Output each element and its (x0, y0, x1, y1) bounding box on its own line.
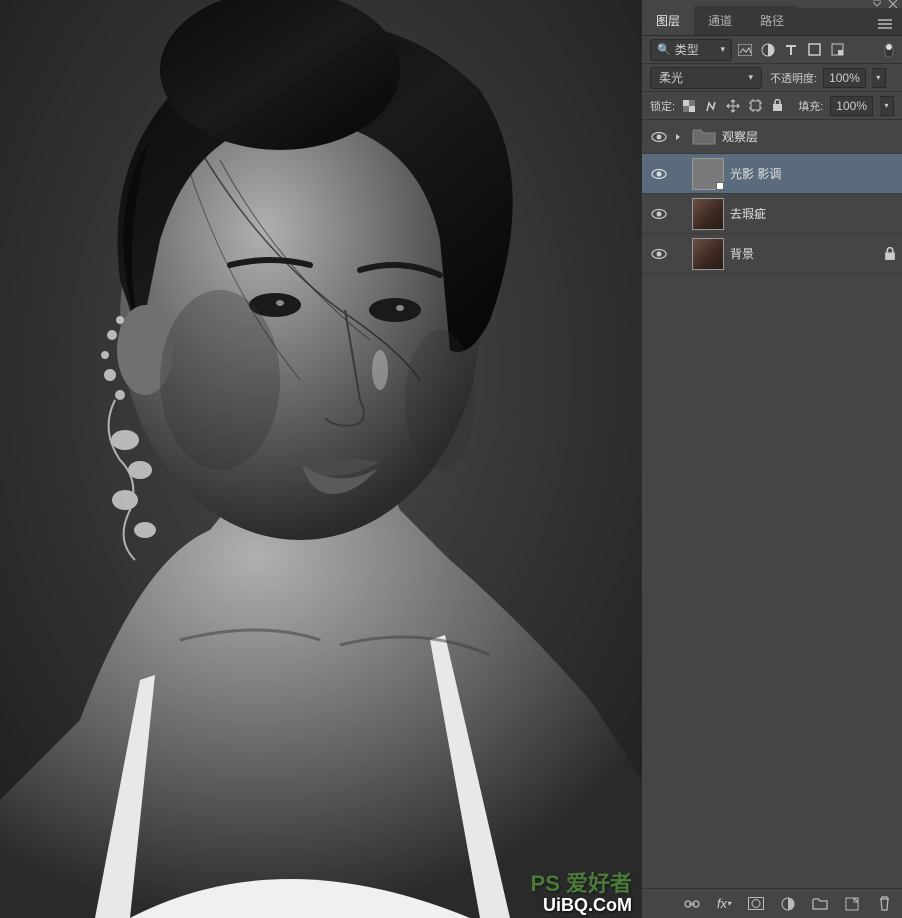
new-group-icon[interactable] (812, 896, 828, 912)
filter-type-icon[interactable] (784, 43, 798, 57)
opacity-label: 不透明度: (770, 70, 817, 86)
fill-value-input[interactable]: 100% (830, 96, 873, 116)
portrait-image (0, 0, 642, 918)
fill-caret[interactable]: ▾ (880, 96, 894, 116)
lock-transparency-icon[interactable] (682, 99, 696, 113)
opacity-caret[interactable]: ▾ (872, 68, 886, 88)
layer-row[interactable]: 背景 (642, 234, 902, 274)
tab-channels[interactable]: 通道 (694, 6, 746, 35)
lock-icon (884, 247, 896, 261)
caret-down-icon: ▾ (720, 44, 725, 55)
tab-layers[interactable]: 图层 (642, 6, 694, 35)
panel-tabs: 图层 通道 路径 (642, 8, 902, 36)
layer-name-label: 观察层 (722, 128, 758, 145)
filter-toggle-switch[interactable] (884, 42, 894, 58)
lock-row: 锁定: 填充: 100% ▾ (642, 92, 902, 120)
lock-position-icon[interactable] (726, 99, 740, 113)
panel-menu-icon[interactable] (868, 13, 902, 35)
layers-bottom-toolbar: fx▾ (642, 888, 902, 918)
filter-shape-icon[interactable] (807, 43, 821, 57)
link-layers-icon[interactable] (684, 896, 700, 912)
lock-artboard-icon[interactable] (748, 99, 762, 113)
folder-icon (692, 128, 716, 146)
visibility-eye-icon[interactable] (651, 131, 667, 143)
add-mask-icon[interactable] (748, 896, 764, 912)
blend-mode-row: 柔光 ▾ 不透明度: 100% ▾ (642, 64, 902, 92)
filter-icons-group (738, 43, 844, 57)
filter-smartobject-icon[interactable] (830, 43, 844, 57)
filter-kind-select[interactable]: 🔍 类型 ▾ (650, 39, 732, 61)
layers-list: 观察层 光影 影调 去瑕疵 背景 (642, 120, 902, 888)
layer-group-row[interactable]: 观察层 (642, 120, 902, 154)
new-layer-icon[interactable] (844, 896, 860, 912)
search-icon: 🔍 (657, 43, 671, 56)
watermark-text-2: UiBQ.CoM (543, 895, 632, 916)
opacity-value-input[interactable]: 100% (823, 68, 866, 88)
layer-name-label: 光影 影调 (730, 165, 781, 182)
fill-label: 填充: (798, 98, 823, 114)
lock-icons-group (682, 99, 784, 113)
watermark-text-1: PS 爱好者 (531, 866, 632, 898)
layer-row[interactable]: 光影 影调 (642, 154, 902, 194)
expand-group-icon[interactable] (670, 133, 686, 141)
blend-mode-select[interactable]: 柔光 ▾ (650, 67, 762, 89)
visibility-eye-icon[interactable] (651, 248, 667, 260)
delete-layer-icon[interactable] (876, 896, 892, 912)
layer-name-label: 去瑕疵 (730, 205, 766, 222)
filter-pixel-icon[interactable] (738, 43, 752, 57)
new-adjustment-icon[interactable] (780, 896, 796, 912)
layer-filter-row: 🔍 类型 ▾ (642, 36, 902, 64)
visibility-eye-icon[interactable] (651, 208, 667, 220)
layer-row[interactable]: 去瑕疵 (642, 194, 902, 234)
layer-fx-icon[interactable]: fx▾ (716, 896, 732, 912)
filter-adjustment-icon[interactable] (761, 43, 775, 57)
lock-label: 锁定: (650, 98, 675, 114)
layer-name-label: 背景 (730, 245, 754, 262)
caret-down-icon: ▾ (748, 72, 753, 83)
layer-thumbnail[interactable] (692, 238, 724, 270)
visibility-eye-icon[interactable] (651, 168, 667, 180)
canvas-area[interactable] (0, 0, 642, 918)
filter-kind-label: 类型 (675, 41, 699, 58)
blend-mode-value: 柔光 (659, 69, 683, 86)
lock-image-icon[interactable] (704, 99, 718, 113)
tab-paths[interactable]: 路径 (746, 6, 798, 35)
lock-all-icon[interactable] (770, 99, 784, 113)
layer-thumbnail[interactable] (692, 158, 724, 190)
layer-thumbnail[interactable] (692, 198, 724, 230)
layers-panel: 图层 通道 路径 🔍 类型 ▾ 柔光 ▾ 不透明度: 100% ▾ (642, 0, 902, 918)
